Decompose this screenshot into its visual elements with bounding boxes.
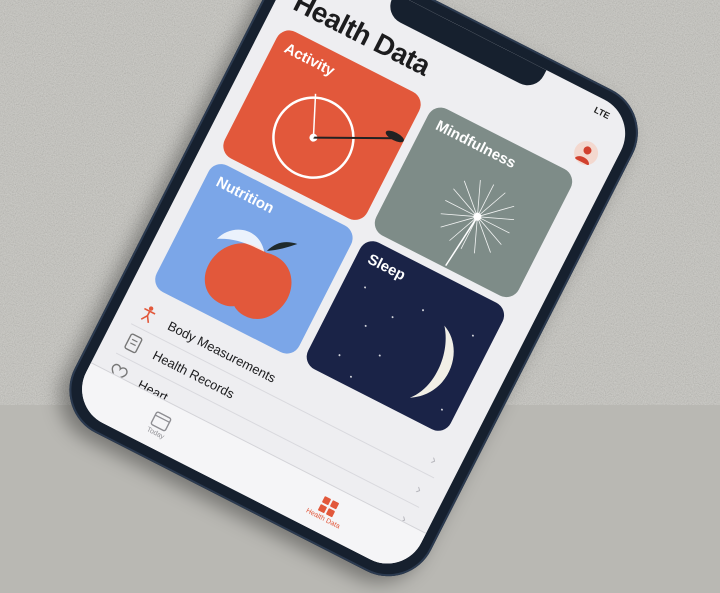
records-icon: [119, 329, 149, 359]
chevron-right-icon: ›: [428, 451, 440, 468]
chevron-right-icon: ›: [413, 480, 425, 498]
chevron-right-icon: ›: [368, 569, 379, 577]
profile-avatar-icon[interactable]: [569, 136, 603, 170]
tab-health-data[interactable]: Health Data: [305, 491, 349, 530]
tab-today[interactable]: Today: [146, 410, 174, 440]
status-network: LTE: [592, 104, 612, 122]
body-figure-icon: [134, 299, 164, 329]
